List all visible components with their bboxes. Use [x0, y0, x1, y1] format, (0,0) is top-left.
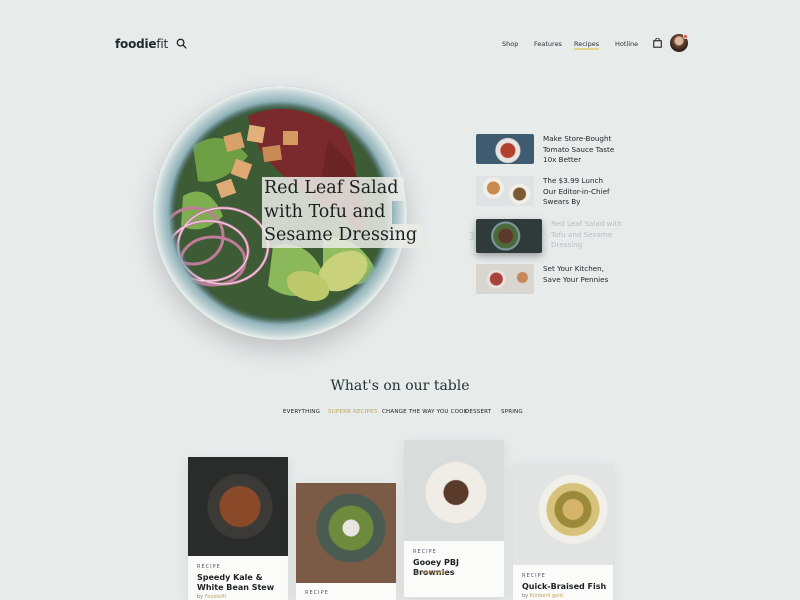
- recipe-image-braised-fish: [513, 464, 613, 565]
- nav-shop[interactable]: Shop: [502, 40, 518, 48]
- recipe-card-1[interactable]: RECIPE Speedy Kale & White Bean Stew by …: [188, 457, 288, 600]
- recipe-image-brownies: [404, 440, 504, 541]
- hero-title[interactable]: Red Leaf Salad with Tofu and Sesame Dres…: [262, 177, 442, 248]
- shopping-bag-icon[interactable]: [653, 38, 662, 48]
- thumbnail-kitchen: [476, 264, 534, 294]
- recipe-author: by John Wiker: [413, 570, 448, 576]
- filter-dessert[interactable]: DESSERT: [465, 409, 491, 415]
- recipe-author: by Kimberli gold: [522, 593, 563, 599]
- thumbnail-tomato-sauce: [476, 134, 534, 164]
- recipe-image-kale-stew: [188, 457, 288, 556]
- recipe-card-2[interactable]: RECIPE: [296, 483, 396, 600]
- section-title: What's on our table: [330, 378, 470, 394]
- nav-features[interactable]: Features: [534, 40, 562, 48]
- side-list-item-3[interactable]: Red Leaf Salad with Tofu and Sesame Dres…: [476, 219, 622, 253]
- search-icon[interactable]: [176, 38, 187, 49]
- side-list-item-1[interactable]: Make Store-Bought Tomato Sauce Taste 10x…: [476, 134, 616, 166]
- side-list-item-2[interactable]: The $3.99 Lunch Our Editor-in-Chief Swea…: [476, 176, 616, 208]
- thumbnail-lunch: [476, 176, 534, 206]
- notification-dot: [683, 34, 688, 39]
- side-list-item-4[interactable]: Set Your Kitchen, Save Your Pennies: [476, 264, 616, 296]
- recipe-image-salad: [296, 483, 396, 583]
- recipe-author: by Foodiefit: [197, 594, 227, 600]
- nav-hotline[interactable]: Hotline: [615, 40, 638, 48]
- hero-title-line-3: Sesame Dressing: [262, 224, 424, 248]
- logo[interactable]: foodiefit: [115, 37, 168, 51]
- filter-change-the-way-you-cook[interactable]: CHANGE THE WAY YOU COOK: [382, 409, 468, 415]
- filter-spring[interactable]: SPRING: [501, 409, 523, 415]
- hero-title-line-1: Red Leaf Salad: [262, 177, 405, 201]
- nav-recipes[interactable]: Recipes: [574, 40, 600, 50]
- side-list-number-3: 3: [468, 230, 475, 243]
- recipe-card-3[interactable]: RECIPE Gooey PBJ Brownies by John Wiker: [404, 440, 504, 597]
- filter-everything[interactable]: EVERYTHING: [283, 409, 320, 415]
- thumbnail-red-leaf-salad: [476, 219, 542, 253]
- recipe-card-4[interactable]: RECIPE Quick-Braised Fish by Kimberli go…: [513, 464, 613, 600]
- filter-superb-recipes[interactable]: SUPERB RECIPES: [328, 409, 378, 415]
- hero-title-line-2: with Tofu and: [262, 200, 392, 224]
